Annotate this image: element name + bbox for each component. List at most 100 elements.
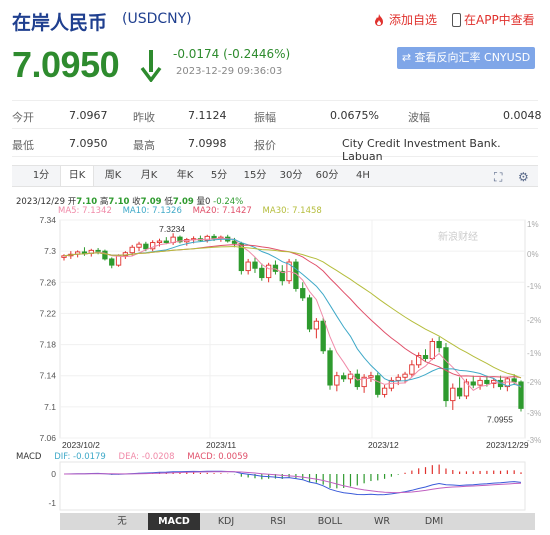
y-tick-label: 7.14 bbox=[39, 371, 56, 381]
candle-body bbox=[429, 341, 435, 360]
candle-body bbox=[368, 375, 374, 378]
candle-body bbox=[136, 243, 142, 248]
candle-body bbox=[422, 355, 429, 360]
settings-icon[interactable]: ⚙ bbox=[518, 170, 529, 184]
high-annotation: 7.3234 bbox=[159, 224, 185, 234]
macd-dea: DEA: -0.0208 bbox=[118, 452, 175, 462]
reverse-rate-button[interactable]: ⇄ 查看反向汇率 CNYUSD bbox=[397, 47, 535, 69]
ma5-label: MA5: 7.1342 bbox=[58, 206, 112, 216]
kline-chart[interactable]: 7.34 7.3 7.26 7.22 7.18 7.14 7.1 7.06 1% 0% -1% -2%… bbox=[0, 216, 550, 511]
low-annotation: 7.0955 bbox=[487, 414, 513, 424]
y-tick-label: 7.1 bbox=[44, 402, 56, 412]
tab-4h[interactable]: 4H bbox=[350, 166, 376, 186]
indicator-macd[interactable]: MACD bbox=[148, 513, 200, 530]
y-tick-label: 7.18 bbox=[39, 340, 56, 350]
y-tick-label: 7.26 bbox=[39, 277, 56, 287]
macd-dif: DIF: -0.0179 bbox=[54, 452, 106, 462]
pct-tick-label: -1% bbox=[527, 282, 541, 291]
ma-legend: MA5: 7.1342 MA10: 7.1326 MA20: 7.1427 MA… bbox=[58, 206, 330, 216]
quote-header: 在岸人民币 (USDCNY) 添加自选 在APP中查看 bbox=[0, 0, 550, 36]
macd-name: MACD bbox=[16, 452, 42, 462]
add-favorite-label: 添加自选 bbox=[389, 13, 438, 27]
page-title: 在岸人民币 bbox=[12, 12, 108, 34]
candle-body bbox=[313, 320, 320, 330]
candle-body bbox=[375, 375, 381, 395]
indicator-none[interactable]: 无 bbox=[96, 513, 148, 530]
pct-tick-label: -2% bbox=[527, 378, 541, 387]
indicator-kdj[interactable]: KDJ bbox=[200, 513, 252, 530]
flame-icon bbox=[375, 13, 383, 26]
stats-row: 最低 7.0950 最高 7.0998 报价 City Credit Inves… bbox=[12, 129, 538, 163]
candle-body bbox=[381, 387, 388, 395]
add-favorite-button[interactable]: 添加自选 bbox=[372, 11, 437, 28]
high-label: 最高 bbox=[133, 139, 155, 152]
ma10-line bbox=[63, 238, 522, 387]
candle-body bbox=[306, 297, 313, 330]
candle-body bbox=[334, 375, 340, 386]
fullscreen-icon[interactable]: ⛶ bbox=[494, 170, 502, 185]
candle-body bbox=[115, 255, 122, 266]
tab-15min[interactable]: 15分 bbox=[240, 166, 270, 186]
current-price: 7.0950 bbox=[12, 44, 120, 85]
pct-tick-label: -3% bbox=[527, 436, 541, 445]
view-in-app-button[interactable]: 在APP中查看 bbox=[452, 11, 535, 28]
candle-body bbox=[484, 379, 490, 384]
indicator-dmi[interactable]: DMI bbox=[408, 513, 460, 530]
ma10-label: MA10: 7.1326 bbox=[122, 206, 182, 216]
quote-datetime: 2023-12-29 09:36:03 bbox=[176, 66, 283, 77]
indicator-wr[interactable]: WR bbox=[356, 513, 408, 530]
candle-body bbox=[436, 341, 442, 349]
candle-body bbox=[109, 258, 115, 266]
candle-body bbox=[95, 249, 101, 252]
tab-monthly[interactable]: 月K bbox=[134, 166, 164, 186]
y-tick-label: 7.3 bbox=[44, 246, 56, 256]
tab-yearly[interactable]: 年K bbox=[170, 166, 200, 186]
down-arrow-icon bbox=[140, 50, 162, 82]
price-row: 7.0950 -0.0174 (-0.2446%) 2023-12-29 09:… bbox=[0, 38, 550, 90]
open-value: 7.0967 bbox=[69, 109, 108, 122]
candle-body bbox=[341, 375, 347, 380]
candle-body bbox=[443, 347, 449, 402]
tab-60min[interactable]: 60分 bbox=[312, 166, 342, 186]
swap-icon: ⇄ bbox=[401, 51, 415, 64]
tab-1min[interactable]: 1分 bbox=[26, 166, 56, 186]
indicator-boll[interactable]: BOLL bbox=[304, 513, 356, 530]
high-value: 7.0998 bbox=[188, 137, 227, 150]
pct-tick-label: 1% bbox=[527, 220, 539, 229]
x-tick-label: 2023/10/2 bbox=[62, 440, 100, 450]
y-tick-label: 7.22 bbox=[39, 308, 56, 318]
x-tick-label: 2023/11 bbox=[206, 440, 236, 450]
stats-row: 今开 7.0967 昨收 7.1124 振幅 0.0675% 波幅 0.0048 bbox=[12, 101, 542, 129]
price-change: -0.0174 (-0.2446%) bbox=[173, 47, 291, 61]
macd-legend: MACD DIF: -0.0179 DEA: -0.0208 MACD: 0.0… bbox=[16, 452, 258, 462]
candle-body bbox=[272, 264, 279, 272]
tab-5min[interactable]: 5分 bbox=[206, 166, 232, 186]
candle-body bbox=[409, 364, 415, 375]
indicator-rsi[interactable]: RSI bbox=[252, 513, 304, 530]
candle-body bbox=[450, 387, 456, 402]
candle-body bbox=[129, 246, 135, 254]
candle-body bbox=[320, 320, 326, 352]
candle-body bbox=[143, 243, 149, 250]
indicator-tabs: 无 MACD KDJ RSI BOLL WR DMI bbox=[60, 513, 535, 530]
candle-body bbox=[395, 376, 401, 381]
macd-frame bbox=[59, 461, 526, 511]
candle-body bbox=[511, 378, 517, 383]
tab-30min[interactable]: 30分 bbox=[276, 166, 306, 186]
tab-daily[interactable]: 日K bbox=[60, 166, 94, 186]
ma5-line bbox=[63, 237, 522, 392]
macd-tick-label: -1 bbox=[48, 498, 56, 508]
open-label: 今开 bbox=[12, 111, 34, 124]
candle-body bbox=[327, 350, 333, 386]
dif-line bbox=[63, 470, 522, 496]
quoter-label: 报价 bbox=[254, 139, 276, 152]
watermark: 新浪财经 bbox=[438, 230, 478, 243]
range-value: 0.0048 bbox=[503, 109, 542, 122]
tab-weekly[interactable]: 周K bbox=[98, 166, 128, 186]
symbol-code: (USDCNY) bbox=[122, 11, 192, 27]
y-tick-label: 7.34 bbox=[39, 216, 56, 225]
candle-body bbox=[163, 240, 169, 244]
candle-body bbox=[402, 373, 408, 378]
candle-body bbox=[265, 264, 272, 279]
y-tick-label: 7.06 bbox=[39, 433, 56, 443]
